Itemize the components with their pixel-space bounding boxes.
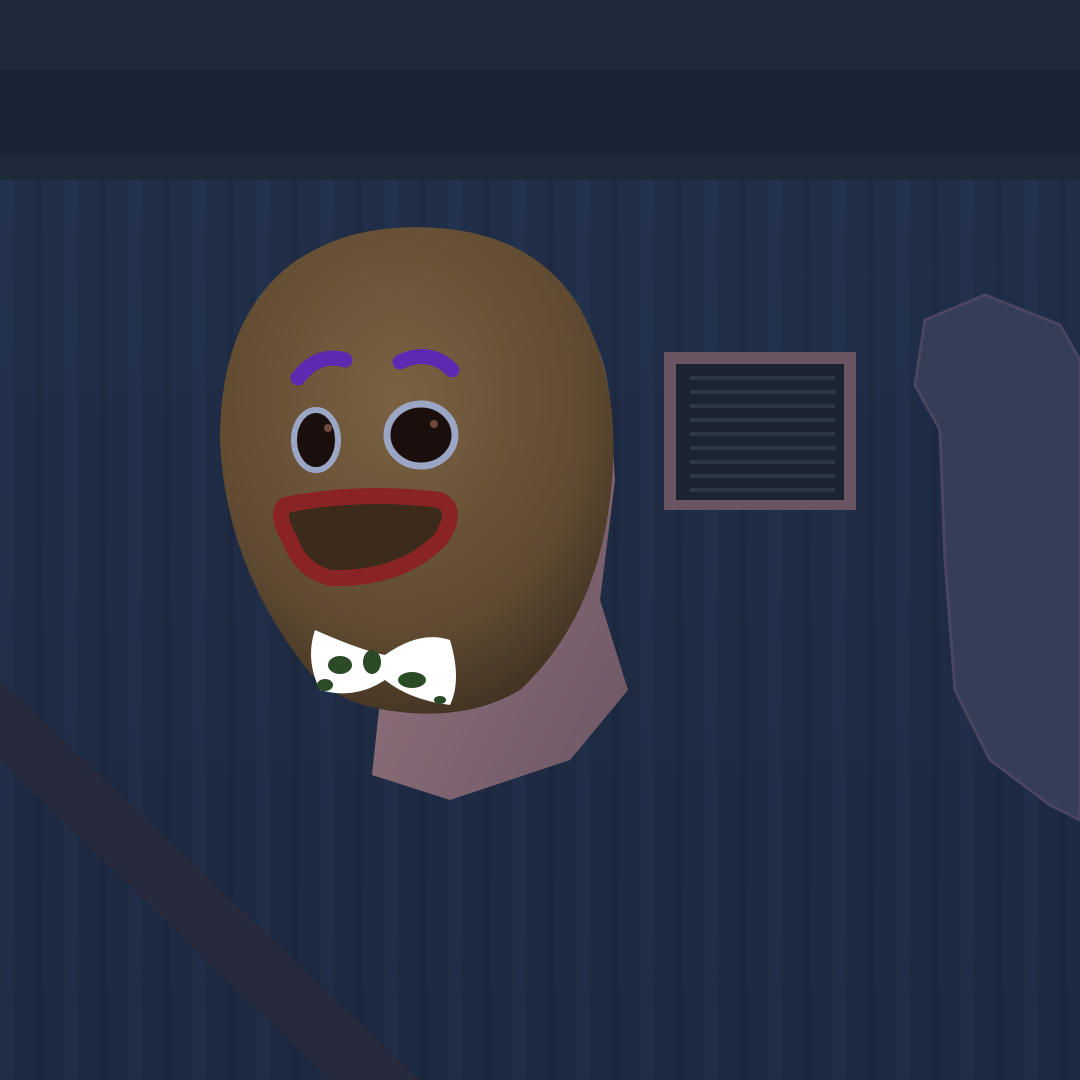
right-eye bbox=[383, 400, 459, 470]
ceiling-beam bbox=[0, 0, 1080, 70]
left-eye-glint bbox=[324, 424, 332, 432]
beam-edge bbox=[0, 155, 1080, 180]
scene-canvas bbox=[0, 0, 1080, 1080]
right-eye-glint bbox=[430, 420, 438, 428]
game-scene bbox=[0, 0, 1080, 1080]
wall-vent bbox=[664, 352, 856, 510]
left-eye bbox=[291, 407, 341, 473]
